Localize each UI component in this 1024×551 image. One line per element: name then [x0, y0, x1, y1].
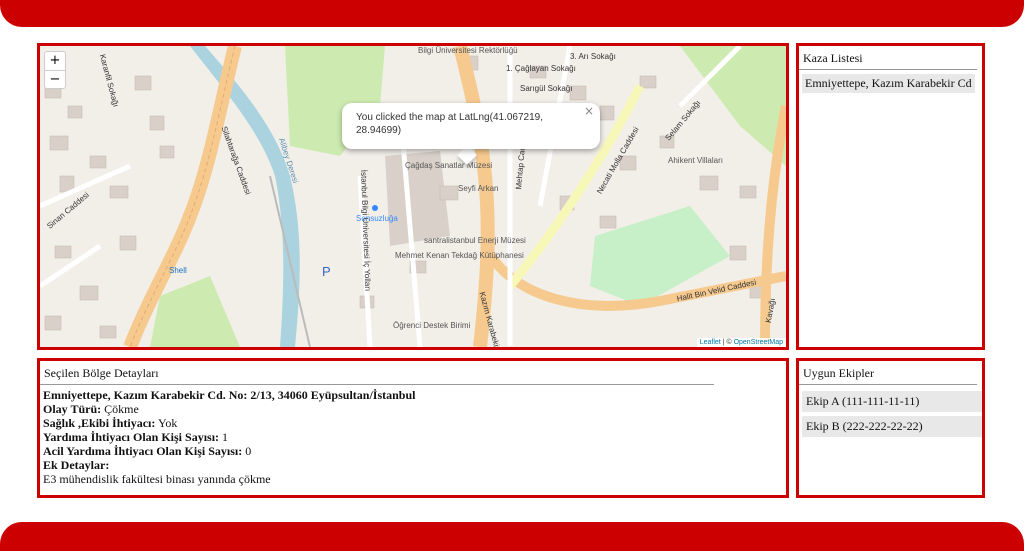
map-attribution: Leaflet | © OpenStreetMap — [696, 338, 786, 347]
top-banner — [0, 0, 1024, 27]
team-item-a[interactable]: Ekip A (111-111-11-11) — [802, 391, 982, 412]
event-type-value: Çökme — [104, 402, 139, 416]
incident-list-panel: Kaza Listesi Emniyettepe, Kazım Karabeki… — [796, 43, 985, 350]
health-label: Sağlık ,Ekibi İhtiyacı: — [43, 416, 156, 430]
extra-value: E3 mühendislik fakültesi binası yanında … — [43, 472, 271, 486]
incident-list-title: Kaza Listesi — [799, 46, 977, 70]
bottom-banner — [0, 522, 1024, 551]
details-address: Emniyettepe, Kazım Karabekir Cd. No: 2/1… — [43, 388, 416, 402]
urgent-label: Acil Yardıma İhtiyacı Olan Kişi Sayısı: — [43, 444, 243, 458]
leaflet-link[interactable]: Leaflet — [700, 339, 721, 346]
map-label-seyfi: Seyfi Arkan — [458, 184, 499, 193]
details-title: Seçilen Bölge Detayları — [40, 361, 714, 385]
popup-text: You clicked the map at LatLng(41.067219,… — [356, 112, 543, 136]
extra-label: Ek Detaylar: — [43, 458, 110, 472]
popup-close-button[interactable]: × — [584, 105, 594, 118]
zoom-in-button[interactable]: + — [45, 52, 65, 70]
map-panel: Bilgi Üniversitesi Rektörlüğü Çağdaş San… — [37, 43, 789, 350]
zoom-control: + − — [44, 51, 66, 89]
map-label-santral: santralistanbul Enerji Müzesi — [424, 236, 526, 245]
map-label-cagdas: Çağdaş Sanatlar Müzesi — [405, 161, 493, 170]
team-item-b[interactable]: Ekip B (222-222-22-22) — [802, 416, 982, 437]
map-canvas[interactable] — [40, 46, 786, 347]
health-value: Yok — [157, 416, 178, 430]
urgent-value: 0 — [245, 444, 252, 458]
incident-list-item[interactable]: Emniyettepe, Kazım Karabekir Cd — [802, 74, 975, 93]
zoom-out-button[interactable]: − — [45, 70, 65, 88]
map-popup: You clicked the map at LatLng(41.067219,… — [342, 103, 600, 149]
road-label-ari: 3. Arı Sokağı — [570, 52, 616, 61]
osm-link[interactable]: OpenStreetMap — [734, 339, 783, 346]
details-content: Emniyettepe, Kazım Karabekir Cd. No: 2/1… — [40, 385, 786, 486]
map-label-ogrenci: Öğrenci Destek Birimi — [393, 321, 471, 330]
map-label-ahikent: Ahikent Villaları — [668, 156, 723, 165]
teams-title: Uygun Ekipler — [799, 361, 977, 385]
details-panel: Seçilen Bölge Detayları Emniyettepe, Kaz… — [37, 358, 789, 498]
road-label-caglayan: 1. Çağlayan Sokağı — [506, 64, 576, 73]
event-type-label: Olay Türü: — [43, 402, 102, 416]
map-label-shell: Shell — [169, 266, 187, 275]
map-label-mehmet: Mehmet Kenan Tekdağ Kütüphanesi — [395, 251, 524, 260]
help-value: 1 — [222, 430, 229, 444]
road-label-sarigul: Sarıgül Sokağı — [520, 84, 573, 93]
teams-panel: Uygun Ekipler Ekip A (111-111-11-11) Eki… — [796, 358, 985, 498]
help-label: Yardıma İhtiyacı Olan Kişi Sayısı: — [43, 430, 220, 444]
map-label-bilgi: Bilgi Üniversitesi Rektörlüğü — [418, 46, 518, 55]
attribution-separator: | © — [720, 339, 734, 346]
parking-icon: P — [322, 264, 331, 279]
